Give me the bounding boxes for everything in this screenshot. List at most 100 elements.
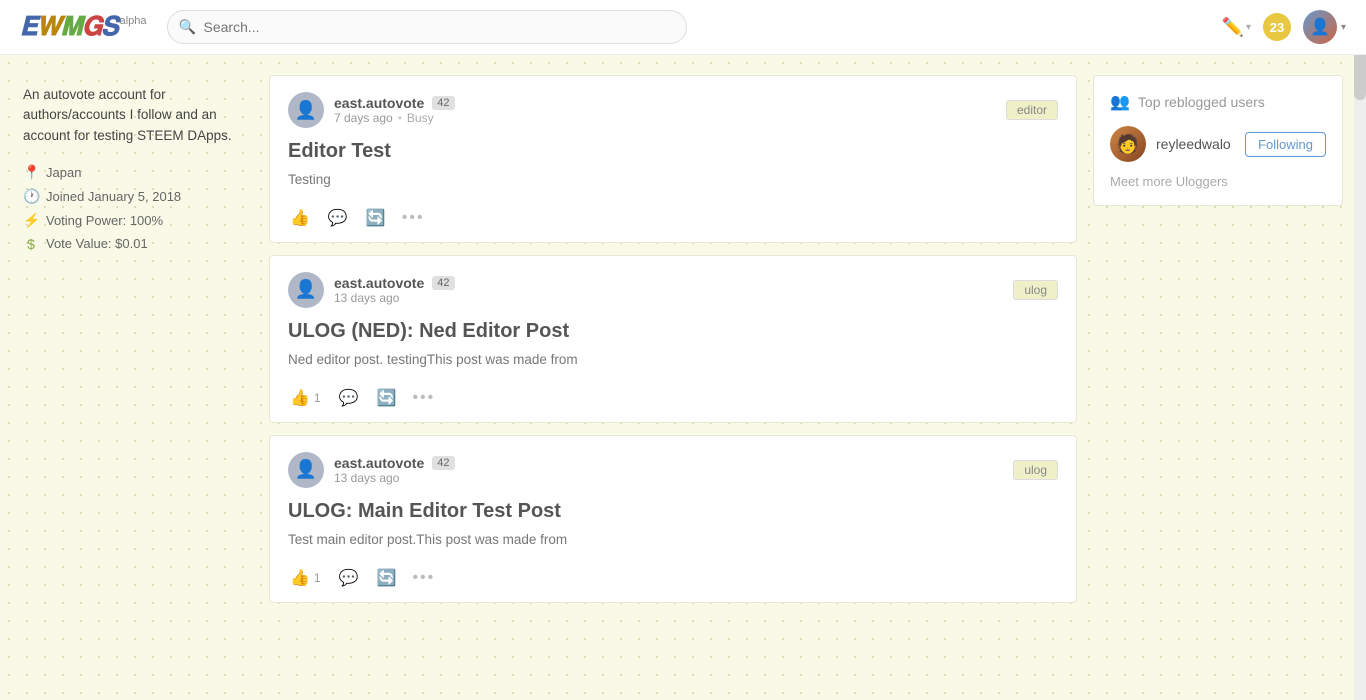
post-time: 7 days ago (334, 111, 393, 125)
post-avatar: 👤 (288, 452, 324, 488)
upvote-button[interactable]: 👍 1 (288, 566, 323, 590)
more-options-button[interactable]: ••• (412, 389, 435, 407)
right-card-title: 👥 Top reblogged users (1110, 92, 1326, 112)
search-bar: 🔍 (167, 10, 687, 44)
avatar-chevron-icon: ▾ (1341, 22, 1346, 33)
post-card: 👤 east.autovote 42 7 days ago • Busy e (269, 75, 1077, 243)
post-author-name[interactable]: east.autovote (334, 455, 424, 471)
scrollbar[interactable] (1354, 0, 1366, 700)
dot-separator: • (398, 111, 402, 125)
sidebar-joined: 🕐 Joined January 5, 2018 (23, 188, 253, 205)
comment-button[interactable]: 💬 (326, 206, 350, 230)
post-time: 13 days ago (334, 471, 399, 485)
post-author-info: east.autovote 42 7 days ago • Busy (334, 95, 455, 125)
post-tag: ulog (1013, 460, 1058, 480)
left-sidebar: An autovote account for authors/accounts… (23, 75, 253, 603)
post-avatar: 👤 (288, 92, 324, 128)
reblog-title-icon: 👥 (1110, 92, 1130, 112)
post-excerpt: Ned editor post. testingThis post was ma… (288, 351, 1058, 370)
reblog-icon: 🔄 (377, 388, 397, 408)
header-right: ✏️ ▾ 23 👤 ▾ (1222, 10, 1346, 44)
post-meta-time: 13 days ago (334, 471, 455, 485)
post-author-info: east.autovote 42 13 days ago (334, 275, 455, 305)
post-author-rep: 42 (432, 456, 454, 470)
avatar: 👤 (1303, 10, 1337, 44)
main-layout: An autovote account for authors/accounts… (13, 55, 1353, 623)
reblog-icon: 🔄 (377, 568, 397, 588)
thumbs-up-icon: 👍 (290, 208, 310, 228)
reblog-button[interactable]: 🔄 (364, 206, 388, 230)
comment-button[interactable]: 💬 (337, 386, 361, 410)
post-meta-time: 13 days ago (334, 291, 455, 305)
location-icon: 📍 (23, 164, 39, 181)
post-card: 👤 east.autovote 42 13 days ago ulog ULOG… (269, 435, 1077, 603)
post-author-rep: 42 (432, 96, 454, 110)
comment-button[interactable]: 💬 (337, 566, 361, 590)
feed: 👤 east.autovote 42 7 days ago • Busy e (269, 75, 1077, 603)
reblog-icon: 🔄 (366, 208, 386, 228)
thumbs-up-icon: 👍 (290, 568, 310, 588)
post-meta-time: 7 days ago • Busy (334, 111, 455, 125)
pencil-chevron: ▾ (1246, 22, 1251, 33)
search-input[interactable] (167, 10, 687, 44)
post-tag: editor (1006, 100, 1058, 120)
post-card: 👤 east.autovote 42 13 days ago ulog ULOG… (269, 255, 1077, 423)
sidebar-voting-power-text: Voting Power: 100% (46, 213, 163, 228)
right-sidebar: 👥 Top reblogged users 🧑 reyleedwalo Foll… (1093, 75, 1343, 603)
post-actions: 👍 1 💬 🔄 ••• (288, 382, 1058, 410)
more-options-button[interactable]: ••• (412, 569, 435, 587)
post-header: 👤 east.autovote 42 13 days ago ulog (288, 452, 1058, 488)
post-author-row: 👤 east.autovote 42 7 days ago • Busy (288, 92, 455, 128)
sidebar-bio: An autovote account for authors/accounts… (23, 85, 253, 146)
post-status: Busy (407, 111, 434, 125)
logo[interactable]: 𝐄𝐖𝐌𝐆𝐒 alpha (20, 11, 147, 43)
upvote-button[interactable]: 👍 1 (288, 386, 323, 410)
thumbs-up-icon: 👍 (290, 388, 310, 408)
post-excerpt: Test main editor post.This post was made… (288, 531, 1058, 550)
reblog-button[interactable]: 🔄 (375, 386, 399, 410)
post-excerpt: Testing (288, 171, 1058, 190)
post-actions: 👍 💬 🔄 ••• (288, 202, 1058, 230)
post-header: 👤 east.autovote 42 7 days ago • Busy e (288, 92, 1058, 128)
post-author-name[interactable]: east.autovote (334, 95, 424, 111)
sidebar-location-text: Japan (46, 165, 81, 180)
right-card-reblog: 👥 Top reblogged users 🧑 reyleedwalo Foll… (1093, 75, 1343, 206)
sidebar-location: 📍 Japan (23, 164, 253, 181)
reblog-user-row: 🧑 reyleedwalo Following (1110, 126, 1326, 162)
right-card-title-text: Top reblogged users (1138, 94, 1265, 110)
logo-alpha-label: alpha (120, 15, 147, 27)
user-avatar-button[interactable]: 👤 ▾ (1303, 10, 1346, 44)
following-button[interactable]: Following (1245, 132, 1326, 157)
avatar-image: 👤 (1310, 17, 1330, 37)
post-title[interactable]: ULOG (NED): Ned Editor Post (288, 320, 1058, 343)
reblog-user-avatar: 🧑 (1110, 126, 1146, 162)
sidebar-meta: 📍 Japan 🕐 Joined January 5, 2018 ⚡ Votin… (23, 164, 253, 252)
sidebar-vote-value-text: Vote Value: $0.01 (46, 236, 148, 251)
header: 𝐄𝐖𝐌𝐆𝐒 alpha 🔍 ✏️ ▾ 23 👤 ▾ (0, 0, 1366, 55)
notification-badge[interactable]: 23 (1263, 13, 1291, 41)
post-title[interactable]: ULOG: Main Editor Test Post (288, 500, 1058, 523)
upvote-count: 1 (314, 391, 321, 405)
meet-more-uloggers[interactable]: Meet more Uloggers (1110, 174, 1326, 189)
reblog-button[interactable]: 🔄 (375, 566, 399, 590)
clock-icon: 🕐 (23, 188, 39, 205)
comment-icon: 💬 (328, 208, 348, 228)
reblog-user-name[interactable]: reyleedwalo (1156, 136, 1235, 152)
post-title[interactable]: Editor Test (288, 140, 1058, 163)
post-author-name-row: east.autovote 42 (334, 455, 455, 471)
comment-icon: 💬 (339, 568, 359, 588)
post-author-row: 👤 east.autovote 42 13 days ago (288, 452, 455, 488)
write-button[interactable]: ✏️ ▾ (1222, 17, 1251, 38)
post-author-rep: 42 (432, 276, 454, 290)
comment-icon: 💬 (339, 388, 359, 408)
post-time: 13 days ago (334, 291, 399, 305)
bolt-icon: ⚡ (23, 212, 39, 229)
upvote-button[interactable]: 👍 (288, 206, 312, 230)
sidebar-voting-power: ⚡ Voting Power: 100% (23, 212, 253, 229)
post-author-name-row: east.autovote 42 (334, 95, 455, 111)
more-options-button[interactable]: ••• (402, 209, 425, 227)
post-author-name[interactable]: east.autovote (334, 275, 424, 291)
post-author-info: east.autovote 42 13 days ago (334, 455, 455, 485)
pencil-icon: ✏️ (1222, 17, 1244, 38)
post-author-name-row: east.autovote 42 (334, 275, 455, 291)
